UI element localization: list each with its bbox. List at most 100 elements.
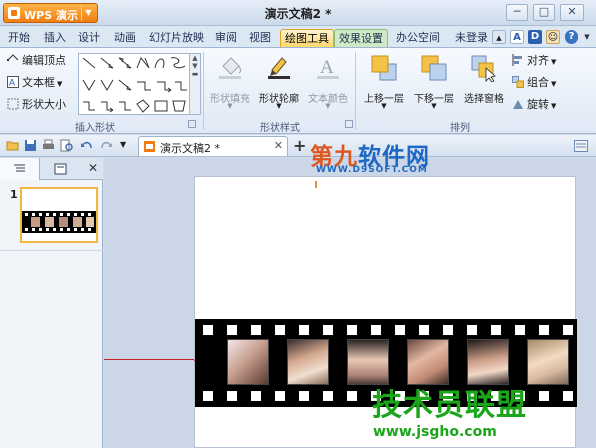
tab-animation[interactable]: 动画	[110, 29, 140, 47]
print-preview-icon[interactable]	[60, 139, 73, 152]
tab-insert[interactable]: 插入	[40, 29, 70, 47]
chevron-down-icon: ▼	[551, 80, 557, 88]
slide-panel: ✕ 1	[0, 158, 103, 448]
tab-office-space[interactable]: 办公空间	[392, 29, 444, 47]
tab-slideshow[interactable]: 幻灯片放映	[145, 29, 208, 47]
send-backward-button[interactable]: 下移一层 ▼	[410, 52, 458, 112]
group-button[interactable]: 组合 ▼	[512, 75, 556, 91]
text-box-icon: A	[7, 76, 19, 88]
rotate-icon	[513, 100, 523, 109]
tab-view[interactable]: 视图	[245, 29, 275, 47]
presentation-doc-icon	[144, 141, 155, 152]
photo-frame-2	[287, 339, 329, 385]
text-box-button[interactable]: A 文本框 ▼	[7, 75, 62, 91]
gallery-scrollbar[interactable]: ▲ ▼ ▬	[190, 53, 201, 115]
tab-outline[interactable]	[0, 158, 40, 180]
dialog-launcher-icon[interactable]	[345, 120, 353, 128]
slides-view-icon	[54, 163, 67, 175]
shape-size-button[interactable]: 形状大小	[7, 97, 66, 113]
redo-icon[interactable]	[100, 139, 113, 152]
group-label-shape-style: 形状样式	[260, 123, 300, 134]
font-a-icon[interactable]: A	[510, 30, 524, 44]
photo-frame-1	[227, 339, 269, 385]
undo-icon[interactable]	[80, 139, 93, 152]
rotate-button[interactable]: 旋转 ▼	[512, 97, 556, 113]
guide-line	[104, 359, 194, 360]
tab-home[interactable]: 开始	[4, 29, 34, 47]
collapse-ribbon-icon[interactable]: ▲	[492, 30, 506, 44]
shape-fill-button[interactable]: 形状填充 ▼	[208, 52, 252, 112]
quick-access-toolbar: ▼ 演示文稿2 * ✕ +	[0, 135, 596, 157]
photo-frame-3	[347, 339, 389, 385]
shape-size-label: 形状大小	[22, 98, 66, 111]
watermark-bottom-url: www.jsgho.com	[373, 424, 497, 440]
pen-outline-icon	[268, 57, 290, 79]
text-box-label: 文本框	[22, 76, 55, 89]
tab-slides[interactable]	[41, 158, 81, 180]
tab-effect-settings[interactable]: 效果设置	[334, 29, 388, 47]
tab-list-icon[interactable]	[574, 140, 588, 152]
align-button[interactable]: 对齐 ▼	[512, 53, 556, 69]
svg-text:A: A	[9, 78, 15, 88]
bring-forward-button[interactable]: 上移一层 ▼	[360, 52, 408, 112]
close-tab-icon[interactable]: ✕	[274, 139, 283, 152]
minimize-button[interactable]: ─	[506, 4, 528, 21]
slide-panel-tabs: ✕	[0, 158, 103, 180]
tab-drawing-tools[interactable]: 绘图工具	[280, 29, 334, 47]
chevron-down-icon: ▼	[57, 80, 63, 88]
paint-bucket-icon	[219, 57, 241, 79]
chevron-down-icon: ▼	[276, 102, 282, 110]
selection-pane-button[interactable]: 选择窗格	[460, 52, 508, 112]
open-folder-icon[interactable]	[6, 139, 19, 152]
edit-points-button[interactable]: 编辑顶点	[7, 53, 66, 69]
send-backward-icon	[421, 55, 447, 81]
svg-text:A: A	[320, 57, 334, 78]
text-cursor	[315, 181, 317, 188]
print-icon[interactable]	[42, 139, 55, 152]
save-icon[interactable]	[24, 139, 37, 152]
ribbon: 编辑顶点 A 文本框 ▼ 形状大小 ▲ ▼ ▬ 插入形状 形状填充 ▼ 形状轮廓…	[0, 48, 596, 134]
title-bar: WPS 演示 ▼ 演示文稿2 * ─ □ ✕	[0, 0, 596, 26]
user-avatar-icon[interactable]: ☺	[546, 30, 560, 44]
watermark-top-url: WWW.D9SOFT.COM	[316, 165, 428, 175]
slide-thumbnail[interactable]	[20, 187, 98, 243]
close-button[interactable]: ✕	[560, 4, 584, 21]
dialog-launcher-icon[interactable]	[188, 120, 196, 128]
text-color-a-icon: A	[317, 57, 339, 79]
chevron-down-icon: ▼	[551, 58, 557, 66]
login-status[interactable]: 未登录	[451, 29, 492, 47]
shapes-gallery-icons	[82, 57, 187, 113]
close-panel-icon[interactable]: ✕	[88, 161, 98, 175]
document-tab-label: 演示文稿2 *	[160, 142, 220, 155]
help-dropdown-icon[interactable]: ▼	[580, 30, 594, 44]
align-icon	[512, 54, 522, 66]
shapes-gallery[interactable]	[78, 53, 190, 115]
chevron-down-icon: ▼	[381, 102, 387, 110]
watermark-bottom: 技术员联盟	[372, 388, 527, 423]
selection-pane-icon	[471, 55, 496, 82]
shape-outline-button[interactable]: 形状轮廓 ▼	[256, 52, 302, 112]
thumbnail-filmstrip	[22, 211, 96, 233]
edit-points-icon	[7, 54, 19, 61]
tab-review[interactable]: 审阅	[211, 29, 241, 47]
tab-design[interactable]: 设计	[74, 29, 104, 47]
maximize-button[interactable]: □	[533, 4, 555, 21]
chevron-down-icon: ▼	[431, 102, 437, 110]
new-tab-button[interactable]: +	[293, 136, 306, 155]
edit-points-label: 编辑顶点	[22, 54, 66, 67]
photo-frame-5	[467, 339, 509, 385]
photo-frame-4	[407, 339, 449, 385]
chevron-down-icon: ▼	[551, 102, 557, 110]
text-color-button[interactable]: A 文本颜色 ▼	[305, 52, 351, 112]
help-icon[interactable]: ?	[565, 30, 578, 44]
docer-d-icon[interactable]: D	[528, 30, 542, 44]
rotate-label: 旋转	[527, 98, 549, 111]
ribbon-tab-bar: 开始 插入 设计 动画 幻灯片放映 审阅 视图 绘图工具 效果设置 办公空间 未…	[0, 26, 596, 48]
document-tab[interactable]: 演示文稿2 * ✕	[138, 136, 288, 156]
group-label-arrange: 排列	[450, 123, 470, 134]
chevron-down-icon: ▼	[227, 102, 233, 110]
film-sprocket-top	[203, 325, 575, 335]
customize-qat-chevron-icon[interactable]: ▼	[120, 140, 126, 149]
slide-number: 1	[10, 188, 18, 201]
outline-view-icon	[14, 164, 25, 172]
